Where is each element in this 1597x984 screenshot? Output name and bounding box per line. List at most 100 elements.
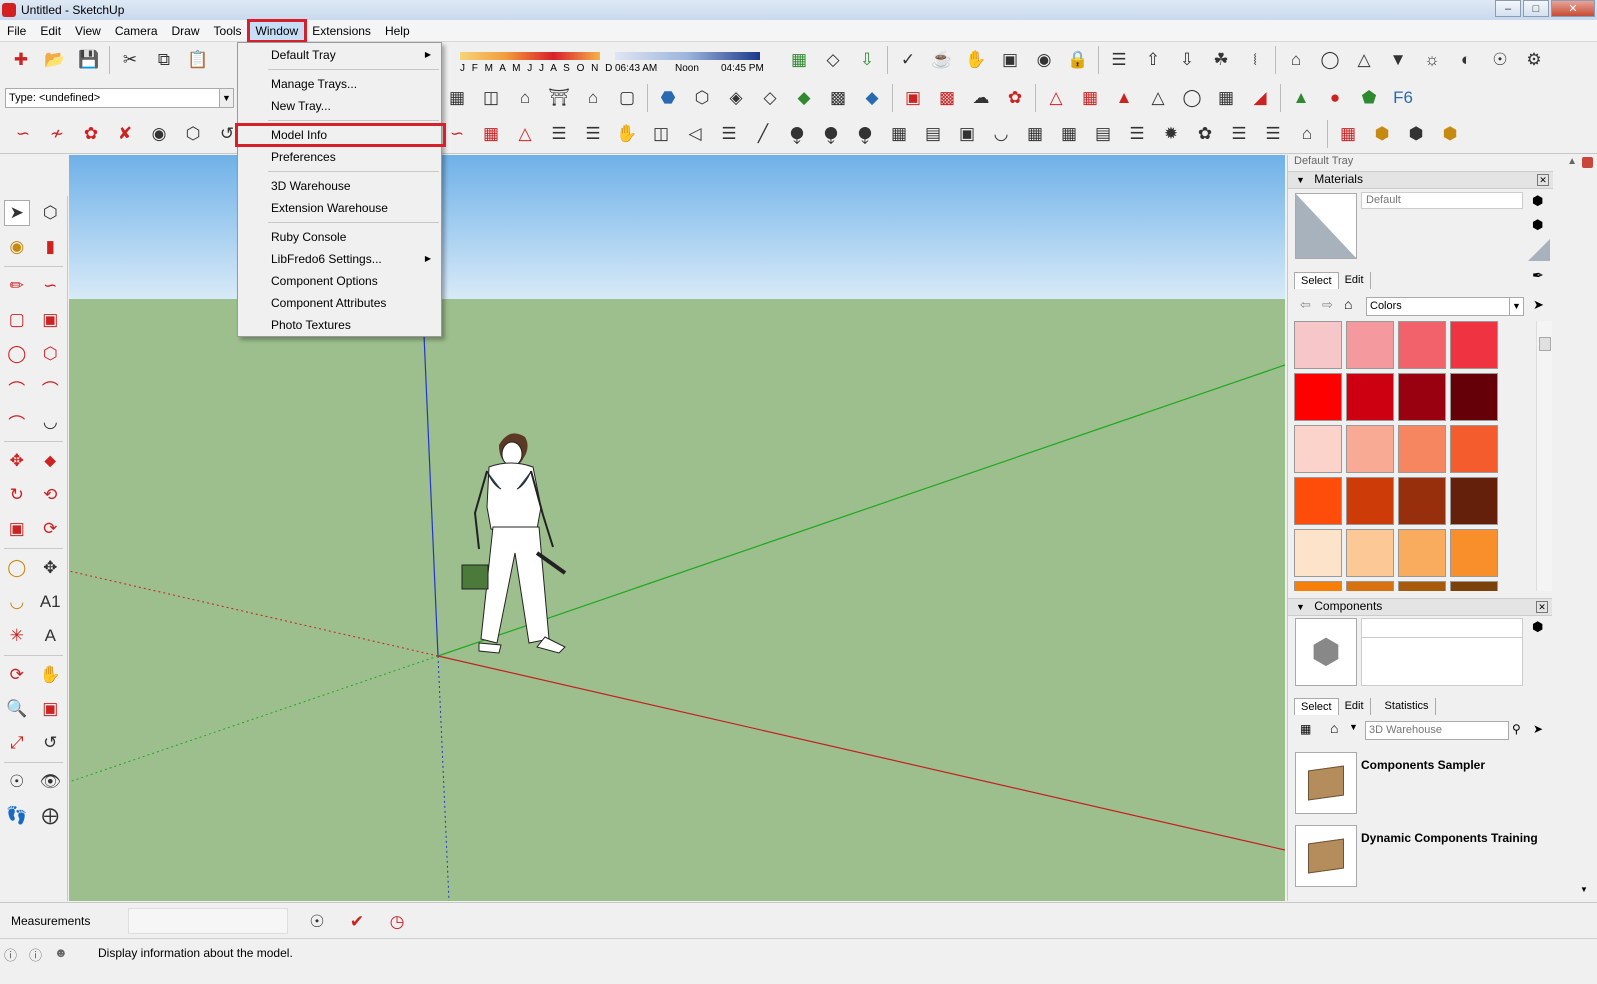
bezier-icon[interactable]: ≁ [44,121,70,147]
chevron-down-icon[interactable]: ▼ [219,89,233,107]
teapot-icon[interactable]: ☕ [929,47,955,73]
copy-icon[interactable]: ⧉ [151,47,177,73]
menu-help[interactable]: Help [378,21,417,41]
paint-bucket-icon[interactable]: ◉ [4,234,30,260]
clock-icon[interactable]: ◷ [384,909,410,935]
menu-item-component-options[interactable]: Component Options [238,270,441,292]
rotated-rectangle-icon[interactable]: ▣ [37,307,63,333]
door-icon[interactable]: ◫ [478,85,504,111]
bend-icon[interactable]: ◡ [988,121,1014,147]
color-swatch[interactable] [1450,477,1498,525]
color-swatch[interactable] [1398,321,1446,369]
forward-arrow-icon[interactable]: ⇨ [1322,297,1333,313]
open-folder-icon[interactable]: 📂 [42,47,68,73]
menu-camera[interactable]: Camera [108,21,165,41]
house-roof-icon[interactable]: ⛩ [546,85,572,111]
crate-icon[interactable]: ⬢ [1369,121,1395,147]
close-icon[interactable]: ✕ [1551,0,1595,17]
bucket-icon[interactable]: ▼ [1385,47,1411,73]
color-swatch[interactable] [1294,373,1342,421]
menu-item-manage-trays[interactable]: Manage Trays... [238,73,441,95]
arch-icon[interactable]: ⌂ [1294,121,1320,147]
move-icon[interactable]: ✥ [4,448,30,474]
hemisphere-icon[interactable]: ◐ [1453,47,1479,73]
spiral-icon[interactable]: ✿ [1192,121,1218,147]
bars-icon[interactable]: ☰ [1124,121,1150,147]
color-swatch[interactable] [1450,425,1498,473]
polyline-icon[interactable]: ✿ [78,121,104,147]
tape-measure-icon[interactable]: ◯ [4,555,30,581]
push-up-icon[interactable]: ⇧ [1140,47,1166,73]
tab-select[interactable]: Select [1294,698,1339,715]
pipe-icon[interactable]: ▦ [886,121,912,147]
color-swatch[interactable] [1346,321,1394,369]
geo-target-icon[interactable]: ☉ [304,909,330,935]
menu-item-preferences[interactable]: Preferences [238,146,441,168]
dimension-icon[interactable]: ✥ [37,555,63,581]
extrude-icon[interactable]: ▣ [954,121,980,147]
user-icon[interactable]: ☻ [54,945,68,964]
solid-trim-icon[interactable]: ☁ [968,85,994,111]
layers-icon[interactable]: ☰ [1106,47,1132,73]
position-camera-icon[interactable]: ☉ [4,769,30,795]
get-models-icon[interactable]: ⇩ [854,47,880,73]
rectangle-icon[interactable]: ▢ [4,307,30,333]
panel-icon[interactable]: ◫ [648,121,674,147]
twist-icon[interactable]: ✹ [1158,121,1184,147]
garage-icon[interactable]: ▢ [614,85,640,111]
pin-icon[interactable]: ● [1322,85,1348,111]
chevron-down-icon[interactable]: ▼ [1509,298,1523,315]
color-swatch[interactable] [1346,373,1394,421]
section-box-icon[interactable]: ▣ [997,47,1023,73]
collapse-triangle-icon[interactable]: ▼ [1296,602,1305,612]
solid-split-icon[interactable]: ✿ [1002,85,1028,111]
credits-icon[interactable]: ✔ [344,909,370,935]
list-item[interactable]: Components Sampler [1295,752,1570,818]
color-swatch[interactable] [1398,529,1446,577]
sandbox-grid-icon[interactable]: ▦ [1077,85,1103,111]
type-field[interactable]: Type: <undefined> ▼ [5,88,234,108]
hatch-icon[interactable]: ▤ [920,121,946,147]
grass-icon[interactable]: ☘ [1208,47,1234,73]
zoom-window-icon[interactable]: ▣ [37,696,63,722]
color-swatch[interactable] [1294,477,1342,525]
details-arrow-icon[interactable]: ➤ [1533,722,1543,736]
menu-file[interactable]: File [0,21,33,41]
wedge-icon[interactable]: ◁ [682,121,708,147]
orbit-icon[interactable]: ⟳ [4,662,30,688]
color-swatch[interactable] [1346,581,1394,591]
solid-subtract-icon[interactable]: ▩ [934,85,960,111]
rail-icon[interactable]: ☰ [546,121,572,147]
collapse-triangle-icon[interactable]: ▼ [1296,175,1305,185]
pie-icon[interactable]: ◡ [37,409,63,435]
gear-icon[interactable]: ⚙ [1521,47,1547,73]
pin-icon[interactable]: ▲ [1567,156,1577,167]
circle-icon[interactable]: ◯ [4,341,30,367]
textured-icon[interactable]: ▩ [825,85,851,111]
color-swatch[interactable] [1294,321,1342,369]
list-item[interactable]: Dynamic Components Training [1295,825,1570,891]
wall-icon[interactable]: ▦ [444,85,470,111]
home-icon[interactable]: ⌂ [1344,296,1352,312]
plank-icon[interactable]: ╱ [750,121,776,147]
color-swatch[interactable] [1294,529,1342,577]
components-close-icon[interactable]: ✕ [1536,601,1548,613]
color-swatch[interactable] [1450,581,1498,591]
component-description[interactable] [1361,618,1523,686]
rows-icon[interactable]: ▤ [1090,121,1116,147]
shadow-date-slider[interactable] [460,52,600,60]
cut-icon[interactable]: ✂ [117,47,143,73]
hand-tool-icon[interactable]: ✋ [963,47,989,73]
columns-icon[interactable]: ☰ [580,121,606,147]
push-down-icon[interactable]: ⇩ [1174,47,1200,73]
tab-edit[interactable]: Edit [1339,698,1371,715]
slope-icon[interactable]: △ [512,121,538,147]
color-swatch[interactable] [1294,581,1342,591]
stack-icon[interactable]: ☰ [716,121,742,147]
3d-text-icon[interactable]: A [37,623,63,649]
follow-me-tool-icon[interactable]: ⟲ [37,482,63,508]
shadow-toggle-icon[interactable]: ◇ [820,47,846,73]
component-details-icon[interactable]: ⬢ [1532,619,1543,635]
shape-edit-icon[interactable]: ⬡ [180,121,206,147]
paste-icon[interactable]: 📋 [185,47,211,73]
